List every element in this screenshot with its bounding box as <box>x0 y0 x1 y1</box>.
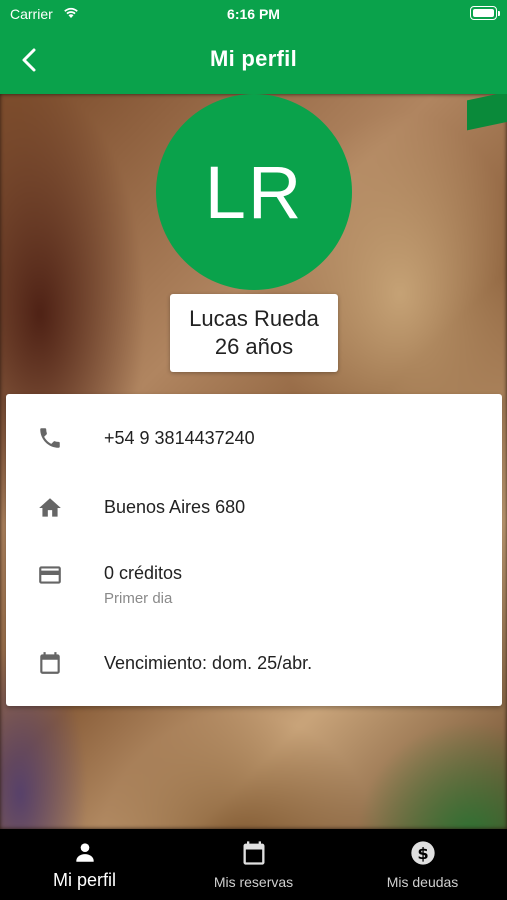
phone-text: +54 9 3814437240 <box>104 428 255 448</box>
status-bar: Carrier 6:16 PM <box>0 0 507 28</box>
phone-row[interactable]: +54 9 3814437240 <box>6 394 502 480</box>
credits-subtext: Primer dia <box>104 590 173 607</box>
user-name: Lucas Rueda <box>189 306 319 331</box>
svg-text:$: $ <box>417 844 428 863</box>
user-age: 26 años <box>214 334 294 359</box>
address-text: Buenos Aires 680 <box>104 497 246 517</box>
calendar-icon <box>169 839 338 867</box>
tab-label: Mis reservas <box>213 874 294 890</box>
address-row[interactable]: Buenos Aires 680 <box>6 480 502 536</box>
app-header: Carrier 6:16 PM Mi perfil <box>0 0 507 94</box>
info-card: +54 9 3814437240 Buenos Aires 680 0 créd… <box>6 394 502 706</box>
phone-icon <box>36 424 64 452</box>
home-icon <box>36 494 64 522</box>
name-card: Lucas Rueda 26 años <box>170 294 338 372</box>
page-title: Mi perfil <box>209 46 298 71</box>
credits-row[interactable]: 0 créditos Primer dia <box>6 536 502 636</box>
tab-label: Mi perfil <box>52 870 116 890</box>
status-time: 6:16 PM <box>227 6 280 22</box>
calendar-icon <box>36 649 64 677</box>
tab-mi-perfil[interactable]: Mi perfil <box>0 829 169 900</box>
avatar: LR <box>156 94 352 290</box>
tab-mis-reservas[interactable]: Mis reservas <box>169 829 338 900</box>
expiry-row[interactable]: Vencimiento: dom. 25/abr. <box>6 636 502 706</box>
tab-label: Mis deudas <box>386 874 459 890</box>
avatar-initials: LR <box>204 150 304 234</box>
expiry-text: Vencimiento: dom. 25/abr. <box>104 653 313 673</box>
tab-mis-deudas[interactable]: $ Mis deudas <box>338 829 507 900</box>
battery-icon <box>470 6 500 20</box>
tab-bar: Mi perfil Mis reservas $ Mis deudas <box>0 829 507 900</box>
dollar-circle-icon: $ <box>338 839 507 867</box>
credits-text: 0 créditos <box>104 563 183 583</box>
person-icon <box>0 839 169 867</box>
credit-card-icon <box>36 561 64 589</box>
